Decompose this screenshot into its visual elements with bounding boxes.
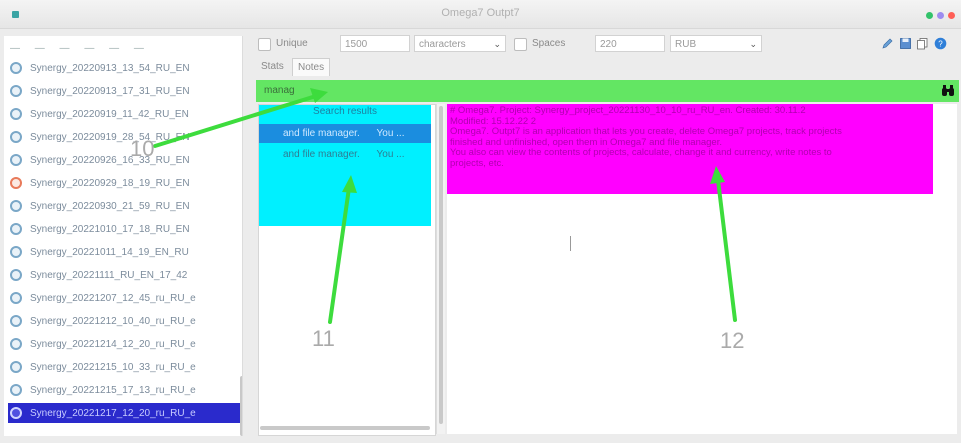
unique-checkbox[interactable] [258, 38, 271, 51]
copy-icon[interactable] [916, 37, 929, 50]
document-icon [10, 177, 22, 189]
sidebar-item-label: Synergy_20220930_21_59_RU_EN [30, 200, 190, 212]
spaces-count-field[interactable]: 220 [595, 35, 665, 52]
sidebar-item-label: Synergy_20220919_28_54_RU_EN [30, 131, 190, 143]
note-detail-area[interactable]: # Omega7. Project: Synergy_project_20221… [447, 104, 957, 434]
currency-select[interactable]: RUB ⌄ [670, 35, 762, 52]
sidebar-item-label: Synergy_20221207_12_45_ru_RU_e [30, 292, 196, 304]
document-icon [10, 269, 22, 281]
app-window: Omega7 Outpt7 — — — — — — Synergy_202209… [0, 0, 961, 443]
sidebar-item-label: Synergy_20221217_12_20_ru_RU_e [30, 407, 196, 419]
title-bar: Omega7 Outpt7 [0, 0, 961, 29]
document-icon [10, 131, 22, 143]
tab-notes[interactable]: Notes [292, 58, 331, 76]
document-icon [10, 200, 22, 212]
sidebar-item[interactable]: Synergy_20220919_11_42_RU_EN [10, 104, 238, 124]
unit-select-value: characters [419, 39, 466, 50]
unique-count-field[interactable]: 1500 [340, 35, 410, 52]
sidebar-item[interactable]: Synergy_20220930_21_59_RU_EN [10, 196, 238, 216]
sidebar-item-label: Synergy_20221215_17_13_ru_RU_e [30, 384, 196, 396]
document-icon [10, 315, 22, 327]
sidebar-item[interactable]: Synergy_20221011_14_19_EN_RU [10, 242, 238, 262]
sidebar-item-label: Synergy_20221011_14_19_EN_RU [30, 246, 189, 258]
sidebar-item-label: Synergy_20221214_12_20_ru_RU_e [30, 338, 196, 350]
window-title: Omega7 Outpt7 [441, 7, 520, 19]
save-icon[interactable] [899, 37, 912, 50]
sidebar-item[interactable]: Synergy_20220919_28_54_RU_EN [10, 127, 238, 147]
note-line: # Omega7. Project: Synergy_project_20221… [450, 105, 806, 116]
sidebar-item-label: Synergy_20220913_17_31_RU_EN [30, 85, 190, 97]
annotation-label-12: 12 [720, 328, 745, 353]
spaces-checkbox[interactable] [514, 38, 527, 51]
results-horizontal-scrollbar[interactable] [260, 426, 430, 430]
sidebar-item-label: Synergy_20221010_17_18_RU_EN [30, 223, 190, 235]
sidebar-item-label: Synergy_20221215_10_33_ru_RU_e [30, 361, 196, 373]
document-icon [10, 361, 22, 373]
unit-select[interactable]: characters ⌄ [414, 35, 506, 52]
sidebar-item[interactable]: Synergy_20220913_17_31_RU_EN [10, 81, 238, 101]
search-results-panel: Search results and file manager. You ...… [259, 105, 431, 226]
sidebar-scrollbar[interactable] [240, 376, 242, 436]
sidebar-item[interactable]: Synergy_20221111_RU_EN_17_42 [10, 265, 238, 285]
sidebar-item-label: Synergy_20220929_18_19_RU_EN [30, 177, 190, 189]
list-item-partial: — — — — — — [10, 42, 150, 54]
document-icon [10, 85, 22, 97]
results-scrollbar[interactable] [436, 104, 445, 434]
project-list: — — — — — — Synergy_20220913_13_54_RU_EN… [4, 36, 243, 436]
document-icon [10, 407, 22, 419]
svg-text:?: ? [938, 40, 943, 49]
sidebar-item[interactable]: Synergy_20221215_17_13_ru_RU_e [10, 380, 238, 400]
sidebar-item[interactable]: Synergy_20220929_18_19_RU_EN [10, 173, 238, 193]
toolbar: Unique 1500 characters ⌄ Spaces 220 RUB … [248, 34, 961, 56]
document-icon [10, 62, 22, 74]
spaces-label: Spaces [532, 38, 566, 49]
search-result-item[interactable]: and file manager. You ... [259, 124, 431, 143]
tab-stats[interactable]: Stats [256, 58, 289, 75]
binoculars-icon[interactable] [940, 83, 956, 99]
note-line: Omega7. Outpt7 is an application that le… [450, 126, 842, 137]
sidebar-item[interactable]: Synergy_20221207_12_45_ru_RU_e [10, 288, 238, 308]
annotation-label-11: 11 [312, 326, 335, 351]
unique-label: Unique [276, 38, 308, 49]
note-line: projects, etc. [450, 157, 504, 169]
minimize-button[interactable] [937, 12, 944, 19]
close-button[interactable] [948, 12, 955, 19]
search-results-list: Search results and file manager. You ...… [258, 104, 436, 436]
note-match-highlight: # Omega7. Project: Synergy_project_20221… [447, 104, 933, 194]
search-results-header: Search results [313, 106, 377, 117]
help-icon[interactable]: ? [934, 37, 947, 50]
sidebar-item[interactable]: Synergy_20221217_12_20_ru_RU_e [8, 403, 240, 423]
document-icon [10, 223, 22, 235]
edit-icon[interactable] [881, 37, 894, 50]
document-icon [10, 246, 22, 258]
sidebar-item[interactable]: Synergy_20220913_13_54_RU_EN [10, 58, 238, 78]
sidebar-item[interactable]: Synergy_20221212_10_40_ru_RU_e [10, 311, 238, 331]
document-icon [10, 384, 22, 396]
document-icon [10, 338, 22, 350]
sidebar-item-label: Synergy_20221212_10_40_ru_RU_e [30, 315, 196, 327]
chevron-down-icon: ⌄ [493, 39, 501, 49]
sidebar-item[interactable]: Synergy_20221215_10_33_ru_RU_e [10, 357, 238, 377]
zoom-button[interactable] [926, 12, 933, 19]
chevron-down-icon: ⌄ [749, 39, 757, 49]
document-icon [10, 154, 22, 166]
sidebar-item[interactable]: Synergy_20220926_16_33_RU_EN [10, 150, 238, 170]
sidebar-item-label: Synergy_20220913_13_54_RU_EN [30, 62, 190, 74]
sidebar-item-label: Synergy_20220919_11_42_RU_EN [30, 108, 189, 120]
currency-select-value: RUB [675, 39, 697, 50]
document-icon [10, 292, 22, 304]
annotation-label-10: 10 [130, 136, 155, 161]
note-line: You also can view the contents of projec… [450, 147, 832, 158]
sidebar-item[interactable]: Synergy_20221010_17_18_RU_EN [10, 219, 238, 239]
search-result-item[interactable]: and file manager. You ... [259, 145, 431, 164]
search-bar: manag [256, 80, 959, 102]
text-cursor [570, 236, 571, 251]
sidebar-item-label: Synergy_20220926_16_33_RU_EN [30, 154, 190, 166]
sidebar-item[interactable]: Synergy_20221214_12_20_ru_RU_e [10, 334, 238, 354]
sidebar-item-label: Synergy_20221111_RU_EN_17_42 [30, 269, 188, 281]
search-input[interactable]: manag [264, 85, 295, 96]
document-icon [10, 108, 22, 120]
